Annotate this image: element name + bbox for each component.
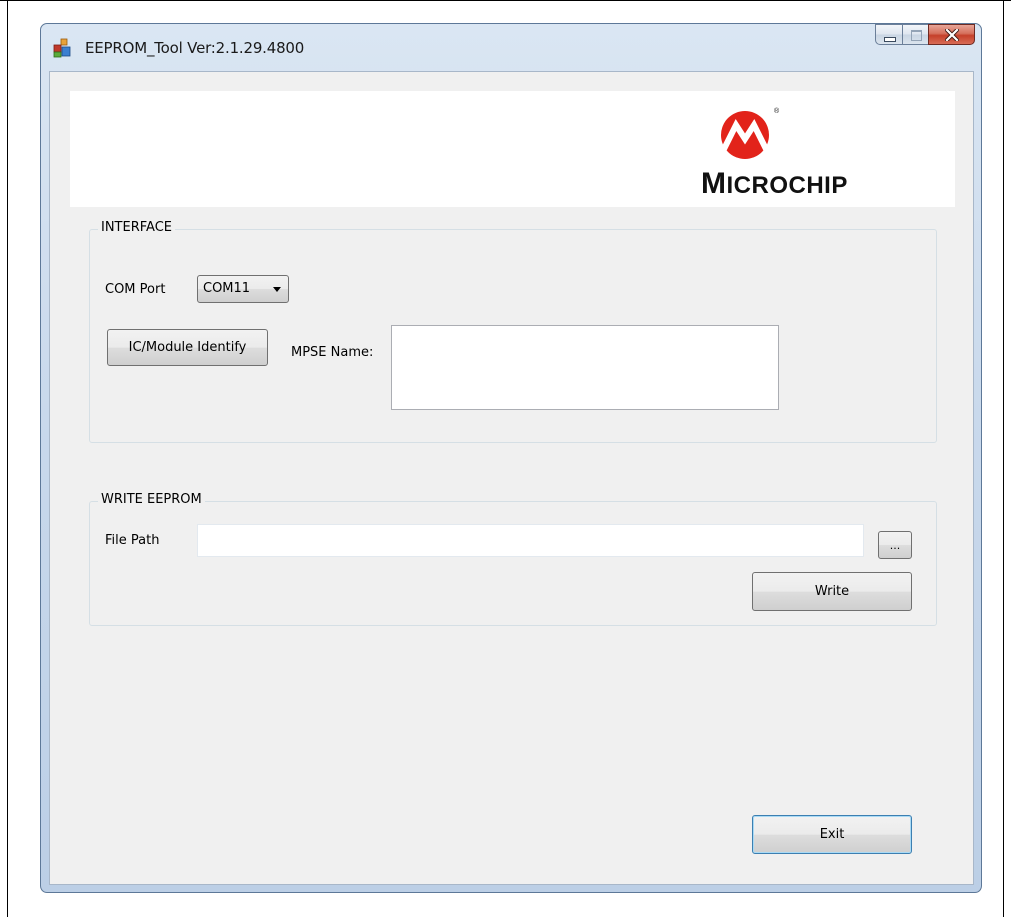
ic-module-identify-button[interactable]: IC/Module Identify <box>107 329 268 366</box>
com-port-label: COM Port <box>105 282 166 297</box>
app-window: EEPROM_Tool Ver:2.1.29.4800 ® MICROCHIP … <box>40 23 982 893</box>
caption-buttons <box>875 24 975 46</box>
mpse-name-field[interactable] <box>391 325 779 410</box>
write-button[interactable]: Write <box>752 572 912 611</box>
frame-line-left <box>7 0 8 917</box>
com-port-value: COM11 <box>203 281 251 296</box>
minimize-button[interactable] <box>875 24 902 45</box>
app-icon <box>53 38 71 58</box>
chevron-down-icon <box>273 287 281 292</box>
file-path-label: File Path <box>105 533 160 548</box>
banner: ® MICROCHIP <box>70 91 955 207</box>
frame-line-right <box>1003 0 1004 917</box>
window-title: EEPROM_Tool Ver:2.1.29.4800 <box>85 39 305 57</box>
microchip-logo-icon <box>721 111 769 159</box>
maximize-button[interactable] <box>902 24 928 45</box>
minimize-icon <box>884 37 896 42</box>
interface-group-title: INTERFACE <box>98 220 175 235</box>
close-button[interactable] <box>928 24 975 45</box>
registered-mark: ® <box>774 108 780 115</box>
file-path-input[interactable] <box>197 524 864 557</box>
write-eeprom-group-title: WRITE EEPROM <box>98 492 205 507</box>
mpse-name-label: MPSE Name: <box>291 345 374 360</box>
title-bar[interactable]: EEPROM_Tool Ver:2.1.29.4800 <box>41 24 981 72</box>
client-area: ® MICROCHIP INTERFACE COM Port COM11 IC/… <box>49 71 974 885</box>
exit-button[interactable]: Exit <box>752 815 912 854</box>
close-icon <box>945 29 959 41</box>
frame-line-top <box>0 0 1011 1</box>
browse-button[interactable]: ... <box>878 531 912 559</box>
com-port-select[interactable]: COM11 <box>197 275 289 303</box>
maximize-icon <box>911 30 922 41</box>
microchip-logo-text: MICROCHIP <box>701 167 848 200</box>
